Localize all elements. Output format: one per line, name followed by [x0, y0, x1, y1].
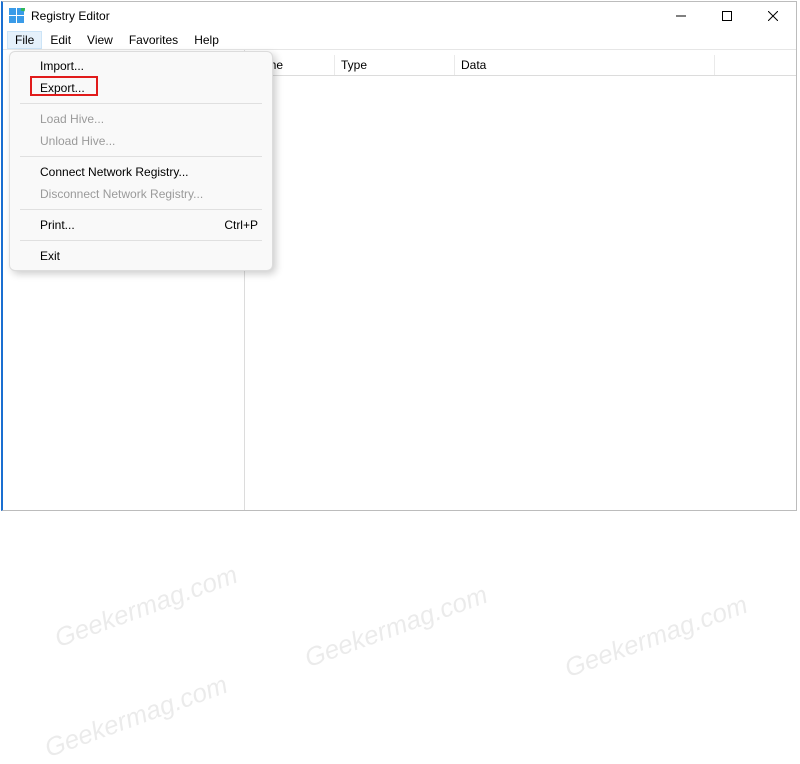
- menu-item-load-hive: Load Hive...: [12, 108, 270, 130]
- menu-item-import[interactable]: Import...: [12, 55, 270, 77]
- menu-item-connect-network[interactable]: Connect Network Registry...: [12, 161, 270, 183]
- menu-favorites[interactable]: Favorites: [121, 31, 186, 49]
- window-controls: [658, 2, 796, 30]
- menu-separator: [20, 209, 262, 210]
- watermark: Geekermag.com: [50, 559, 241, 654]
- menu-view[interactable]: View: [79, 31, 121, 49]
- registry-list-pane[interactable]: Name Type Data: [245, 50, 796, 510]
- watermark: Geekermag.com: [560, 589, 751, 684]
- watermark: Geekermag.com: [300, 579, 491, 674]
- menubar: File Edit View Favorites Help: [3, 30, 796, 50]
- menu-separator: [20, 103, 262, 104]
- menu-separator: [20, 156, 262, 157]
- column-spacer: [715, 55, 796, 75]
- menu-separator: [20, 240, 262, 241]
- column-type[interactable]: Type: [335, 55, 455, 75]
- titlebar: Registry Editor: [3, 2, 796, 30]
- window-title: Registry Editor: [31, 9, 658, 23]
- menu-help[interactable]: Help: [186, 31, 227, 49]
- column-data[interactable]: Data: [455, 55, 715, 75]
- menu-item-disconnect-network: Disconnect Network Registry...: [12, 183, 270, 205]
- menu-item-unload-hive: Unload Hive...: [12, 130, 270, 152]
- close-button[interactable]: [750, 2, 796, 30]
- menu-file[interactable]: File: [7, 31, 42, 49]
- menu-item-print-label: Print...: [40, 218, 75, 232]
- regedit-icon: [9, 8, 25, 24]
- registry-editor-window: Registry Editor File Edit View Favorites…: [1, 1, 797, 511]
- minimize-button[interactable]: [658, 2, 704, 30]
- watermark: Geekermag.com: [40, 669, 231, 764]
- menu-edit[interactable]: Edit: [42, 31, 79, 49]
- menu-item-print-shortcut: Ctrl+P: [224, 218, 258, 232]
- list-header: Name Type Data: [245, 50, 796, 76]
- menu-item-export[interactable]: Export...: [12, 77, 270, 99]
- menu-item-exit[interactable]: Exit: [12, 245, 270, 267]
- file-menu-dropdown: Import... Export... Load Hive... Unload …: [9, 51, 273, 271]
- menu-item-print[interactable]: Print... Ctrl+P: [12, 214, 270, 236]
- maximize-button[interactable]: [704, 2, 750, 30]
